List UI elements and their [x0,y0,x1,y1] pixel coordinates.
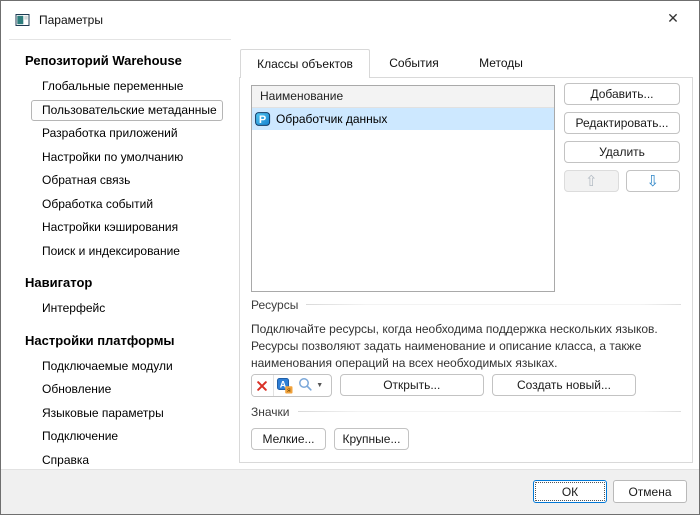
classes-list: Наименование P Обработчик данных [251,85,555,292]
app-icon [15,12,31,28]
list-actions: Добавить... Редактировать... Удалить ⇧ ⇩ [564,83,680,192]
chevron-down-icon: ▼ [316,382,323,389]
add-button[interactable]: Добавить... [564,83,680,105]
nav-section-platform: Настройки платформы Подключаемые модули … [9,333,235,473]
resources-group-label: Ресурсы [251,298,298,312]
resources-description-line: наименования операций на всех необходимы… [251,355,691,372]
sidebar-item-user-metadata[interactable]: Пользовательские метаданные [31,100,223,121]
small-icons-button[interactable]: Мелкие... [251,428,326,450]
svg-text:P: P [259,114,266,126]
clear-resource-button[interactable] [252,375,274,396]
svg-text:я: я [287,387,291,394]
resources-group: Ресурсы [251,297,681,312]
nav-section-navigator: Навигатор Интерфейс [9,275,235,321]
delete-button[interactable]: Удалить [564,141,680,163]
open-resource-button[interactable]: Открыть... [340,374,484,396]
icons-group-label: Значки [251,405,290,419]
edit-button[interactable]: Редактировать... [564,112,680,134]
resource-picker[interactable]: A я Пользовательские классы ▼ [251,374,332,397]
resources-description-line: Ресурсы позволяют задать наименование и … [251,338,691,355]
data-handler-p-icon: P [255,111,271,127]
list-column-header: Наименование [252,86,554,108]
search-icon [298,377,313,392]
large-icons-button[interactable]: Крупные... [334,428,409,450]
list-item-data-handler[interactable]: P Обработчик данных [252,108,554,130]
cancel-button[interactable]: Отмена [613,480,687,503]
sidebar-item-plugins[interactable]: Подключаемые модули [9,355,235,379]
sidebar-item-language-options[interactable]: Языковые параметры [9,402,235,426]
create-resource-button[interactable]: Создать новый... [492,374,636,396]
resource-picker-row: A я Пользовательские классы ▼ Открыть...… [251,374,636,397]
tab-bar: Классы объектов События Методы [240,49,544,78]
close-icon: ✕ [667,11,679,27]
sidebar-item-event-processing[interactable]: Обработка событий [9,193,235,217]
up-arrow-icon: ⇧ [585,172,598,190]
dialog-footer: ОК Отмена [1,469,699,514]
search-resource-button[interactable] [297,377,315,395]
sidebar-item-cache-settings[interactable]: Настройки кэширования [9,216,235,240]
nav-section-warehouse: Репозиторий Warehouse Глобальные перемен… [9,53,235,263]
icons-group: Значки [251,404,681,419]
tab-events[interactable]: События [370,49,458,78]
options-dialog: Параметры ✕ Репозиторий Warehouse Глобал… [0,0,700,515]
resources-group-rule [306,304,681,305]
down-arrow-icon: ⇩ [646,172,659,190]
object-classes-panel: Наименование P Обработчик данных Добавит… [239,77,693,463]
close-button[interactable]: ✕ [655,5,691,34]
list-item-label: Обработчик данных [276,112,387,126]
language-resource-icon: A я [277,378,293,394]
tab-methods[interactable]: Методы [458,49,544,78]
sidebar-item-default-settings[interactable]: Настройки по умолчанию [9,146,235,170]
nav-header-navigator: Навигатор [25,275,235,290]
resources-description: Подключайте ресурсы, когда необходима по… [251,321,691,372]
title-bar: Параметры ✕ [1,1,699,39]
sidebar-item-interface[interactable]: Интерфейс [9,297,235,321]
move-down-button[interactable]: ⇩ [626,170,681,192]
sidebar-item-global-variables[interactable]: Глобальные переменные [9,75,235,99]
title-separator [9,39,231,40]
sidebar-item-app-development[interactable]: Разработка приложений [9,122,235,146]
resource-dropdown-button[interactable]: ▼ [315,382,331,389]
sidebar-item-feedback[interactable]: Обратная связь [9,169,235,193]
nav-header-platform: Настройки платформы [25,333,235,348]
icon-size-buttons: Мелкие... Крупные... [251,428,409,450]
icons-group-rule [298,411,682,412]
resources-description-line: Подключайте ресурсы, когда необходима по… [251,321,691,338]
nav-header-warehouse: Репозиторий Warehouse [25,53,235,68]
settings-nav: Репозиторий Warehouse Глобальные перемен… [9,49,235,484]
window-title: Параметры [39,13,103,27]
sidebar-item-update[interactable]: Обновление [9,378,235,402]
sidebar-item-search-indexing[interactable]: Поиск и индексирование [9,240,235,264]
sidebar-item-connection[interactable]: Подключение [9,425,235,449]
move-up-button: ⇧ [564,170,619,192]
ok-button[interactable]: ОК [533,480,607,503]
tab-object-classes[interactable]: Классы объектов [240,49,370,78]
reorder-buttons: ⇧ ⇩ [564,170,680,192]
red-x-icon [256,380,268,392]
